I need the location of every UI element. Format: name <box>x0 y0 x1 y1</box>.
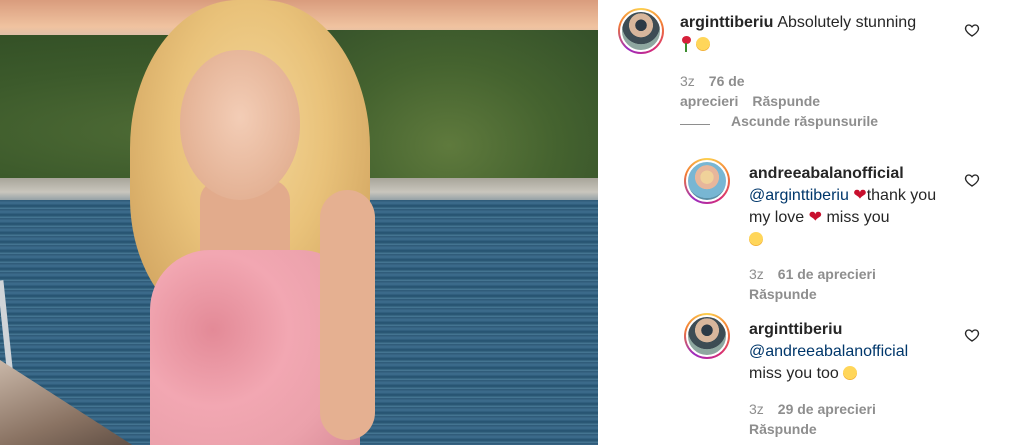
avatar[interactable] <box>618 8 664 54</box>
comment-body: Absolutely stunning <box>777 14 917 31</box>
rose-emoji <box>680 36 692 52</box>
comment-text: arginttiberiu @andreeabalanofficial miss… <box>749 319 959 385</box>
heart-emoji: ❤ <box>808 209 822 226</box>
comment-timestamp[interactable]: 3z <box>749 401 764 417</box>
comment-username[interactable]: arginttiberiu <box>749 321 842 338</box>
comment-meta: 3z 29 de aprecieri Răspunde <box>749 399 909 439</box>
comment-timestamp[interactable]: 3z <box>680 73 695 89</box>
reply-button[interactable]: Răspunde <box>749 286 817 302</box>
heart-outline-icon[interactable] <box>964 327 980 343</box>
comments-panel: arginttiberiu Absolutely stunning 3z 76 de… <box>598 0 1011 445</box>
avatar[interactable] <box>684 158 730 204</box>
photo-person-face <box>180 50 300 200</box>
post-photo[interactable] <box>0 0 598 445</box>
heart-eyes-face-emoji <box>749 232 763 246</box>
arginttiberiu-avatar <box>686 315 728 357</box>
hide-replies-line <box>680 124 710 125</box>
reply-button[interactable]: Răspunde <box>749 421 817 437</box>
kissing-face-emoji <box>843 366 858 380</box>
comment-body: miss you too <box>749 365 839 382</box>
hide-replies-button[interactable]: Ascunde răspunsurile <box>731 113 878 129</box>
arginttiberiu-avatar <box>620 10 662 52</box>
mention-link[interactable]: @andreeabalanofficial <box>749 343 908 360</box>
heart-outline-icon[interactable] <box>964 172 980 188</box>
comment-username[interactable]: arginttiberiu <box>680 14 773 31</box>
kissing-face-emoji <box>696 37 711 51</box>
heart-outline-icon[interactable] <box>964 22 980 38</box>
reply-button[interactable]: Răspunde <box>752 93 820 109</box>
comment-text: arginttiberiu Absolutely stunning <box>680 12 965 56</box>
comment-likes[interactable]: 61 de aprecieri <box>778 266 876 282</box>
mention-link[interactable]: @arginttiberiu <box>749 187 849 204</box>
comment-text: andreeabalanofficial @arginttiberiu ❤tha… <box>749 163 954 251</box>
photo-person-arm <box>320 190 375 440</box>
comment-timestamp[interactable]: 3z <box>749 266 764 282</box>
comment-body-part2: miss you <box>826 209 890 226</box>
comment-likes[interactable]: 29 de aprecieri <box>778 401 876 417</box>
heart-emoji: ❤ <box>853 187 867 204</box>
andreeabalanofficial-avatar <box>686 160 728 202</box>
avatar[interactable] <box>684 313 730 359</box>
comment-username[interactable]: andreeabalanofficial <box>749 165 904 182</box>
comment-meta: 3z 76 de aprecieri Răspunde <box>680 71 820 111</box>
comment-meta: 3z 61 de aprecieri Răspunde <box>749 264 909 304</box>
